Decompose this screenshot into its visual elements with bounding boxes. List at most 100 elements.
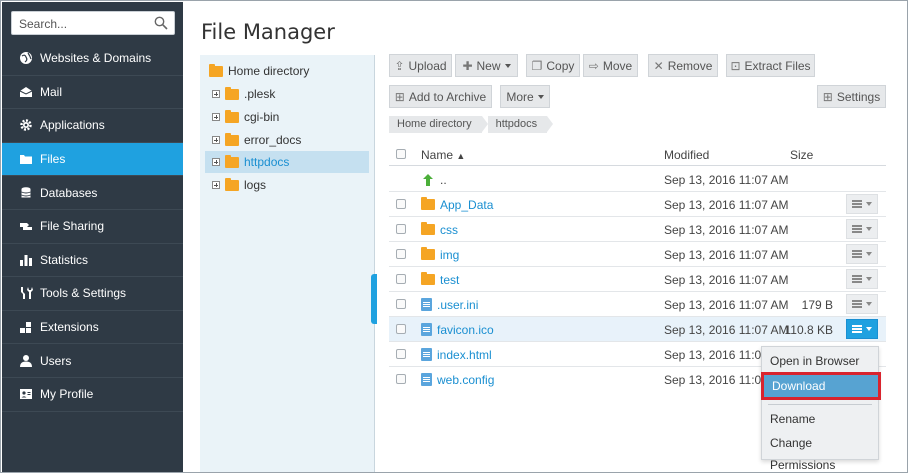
- expand-icon[interactable]: [212, 158, 220, 166]
- extract-files-button[interactable]: ⊡ Extract Files: [726, 54, 815, 77]
- icon-file-icon: [421, 323, 432, 336]
- row-checkbox[interactable]: [396, 324, 406, 334]
- menu-icon: [852, 300, 862, 308]
- add-to-archive-button[interactable]: ⊞ Add to Archive: [389, 85, 492, 108]
- menu-item-download[interactable]: Download: [761, 372, 881, 400]
- profile-card-icon: [20, 389, 32, 400]
- sidebar-item-databases[interactable]: Databases: [2, 176, 183, 210]
- table-row[interactable]: test Sep 13, 2016 11:07 AM: [389, 267, 886, 292]
- tree-item-label: Home directory: [228, 64, 310, 78]
- file-name-link[interactable]: .user.ini: [421, 292, 478, 317]
- table-row-selected[interactable]: favicon.ico Sep 13, 2016 11:07 AM 110.8 …: [389, 317, 886, 342]
- sidebar-item-websites-domains[interactable]: Websites & Domains: [2, 42, 183, 76]
- panel-resize-handle[interactable]: [371, 274, 377, 324]
- tree-item-cgi-bin[interactable]: cgi-bin: [212, 106, 279, 128]
- row-menu-button[interactable]: [846, 194, 878, 214]
- app-frame: Search... Websites & Domains Mail Applic…: [0, 0, 908, 473]
- chevron-down-icon: [866, 277, 872, 281]
- expand-icon[interactable]: [212, 136, 220, 144]
- copy-button[interactable]: ❐ Copy: [526, 54, 580, 77]
- database-icon: [21, 186, 31, 198]
- table-row[interactable]: App_Data Sep 13, 2016 11:07 AM: [389, 192, 886, 217]
- row-checkbox[interactable]: [396, 349, 406, 359]
- expand-icon[interactable]: [212, 113, 220, 121]
- folder-icon: [209, 63, 223, 77]
- column-size-header[interactable]: Size: [790, 148, 813, 162]
- table-row-parent[interactable]: .. Sep 13, 2016 11:07 AM: [389, 167, 886, 192]
- tree-item-plesk[interactable]: .plesk: [212, 83, 275, 105]
- sort-asc-icon: ▲: [456, 151, 466, 161]
- row-checkbox[interactable]: [396, 274, 406, 284]
- breadcrumb-httpdocs[interactable]: httpdocs: [487, 116, 553, 133]
- row-checkbox[interactable]: [396, 249, 406, 259]
- column-modified-header[interactable]: Modified: [664, 148, 709, 162]
- remove-icon: ✕: [653, 58, 664, 73]
- menu-item-rename[interactable]: Rename: [762, 408, 878, 430]
- parent-dir-link[interactable]: ..: [421, 167, 447, 192]
- folder-icon: [421, 197, 435, 210]
- tree-item-error-docs[interactable]: error_docs: [212, 129, 301, 151]
- tree-item-logs[interactable]: logs: [212, 174, 266, 196]
- column-name-header[interactable]: Name ▲: [421, 148, 465, 162]
- file-name-link[interactable]: index.html: [421, 342, 492, 367]
- search-icon[interactable]: [154, 16, 168, 30]
- file-name-link[interactable]: css: [421, 217, 458, 242]
- sidebar-item-files[interactable]: Files: [2, 142, 183, 177]
- menu-item-change-permissions[interactable]: Change Permissions: [762, 432, 878, 472]
- sidebar-item-mail[interactable]: Mail: [2, 76, 183, 110]
- folder-icon: [225, 177, 239, 191]
- table-row[interactable]: css Sep 13, 2016 11:07 AM: [389, 217, 886, 242]
- tree-item-label: .plesk: [244, 87, 276, 101]
- file-name-link[interactable]: favicon.ico: [421, 317, 494, 342]
- expand-icon[interactable]: [212, 181, 220, 189]
- table-row[interactable]: img Sep 13, 2016 11:07 AM: [389, 242, 886, 267]
- row-checkbox[interactable]: [396, 299, 406, 309]
- upload-button[interactable]: ⇪ Upload: [389, 54, 452, 77]
- chevron-down-icon: [866, 302, 872, 306]
- row-checkbox[interactable]: [396, 374, 406, 384]
- menu-item-open-in-browser[interactable]: Open in Browser: [762, 350, 878, 372]
- sidebar-item-applications[interactable]: Applications: [2, 109, 183, 143]
- file-name-link[interactable]: web.config: [421, 367, 494, 392]
- file-icon: [421, 298, 432, 311]
- tree-item-httpdocs[interactable]: httpdocs: [205, 151, 369, 173]
- folder-icon: [225, 109, 239, 123]
- tree-item-home[interactable]: Home directory: [209, 60, 309, 82]
- row-checkbox[interactable]: [396, 199, 406, 209]
- arrow-right-icon: ⇨: [588, 58, 599, 73]
- row-menu-button[interactable]: [846, 219, 878, 239]
- menu-icon: [852, 275, 862, 283]
- sidebar-item-users[interactable]: Users: [2, 344, 183, 378]
- search-input[interactable]: Search...: [11, 11, 175, 35]
- sidebar-item-file-sharing[interactable]: File Sharing: [2, 210, 183, 244]
- row-checkbox[interactable]: [396, 224, 406, 234]
- remove-button[interactable]: ✕ Remove: [648, 54, 718, 77]
- chevron-down-icon: [866, 202, 872, 206]
- file-name-link[interactable]: img: [421, 242, 459, 267]
- row-menu-button-active[interactable]: [846, 319, 878, 339]
- folder-icon: [20, 155, 32, 165]
- row-menu-button[interactable]: [846, 244, 878, 264]
- more-button[interactable]: More: [500, 85, 550, 108]
- menu-icon: [852, 225, 862, 233]
- move-button[interactable]: ⇨ Move: [583, 54, 638, 77]
- sidebar-item-extensions[interactable]: Extensions: [2, 311, 183, 345]
- expand-icon[interactable]: [212, 90, 220, 98]
- breadcrumb-home[interactable]: Home directory: [389, 116, 488, 133]
- row-menu-button[interactable]: [846, 294, 878, 314]
- menu-divider: [768, 404, 872, 405]
- sidebar-item-statistics[interactable]: Statistics: [2, 244, 183, 278]
- sidebar-item-tools-settings[interactable]: Tools & Settings: [2, 277, 183, 311]
- file-name-link[interactable]: App_Data: [421, 192, 493, 217]
- file-name-link[interactable]: test: [421, 267, 459, 292]
- row-menu-button[interactable]: [846, 269, 878, 289]
- table-header: Name ▲ Modified Size: [389, 144, 886, 166]
- folder-icon: [225, 132, 239, 146]
- settings-button[interactable]: ⊞ Settings: [817, 85, 886, 108]
- select-all-checkbox[interactable]: [396, 149, 406, 159]
- chevron-down-icon: [866, 252, 872, 256]
- new-button[interactable]: ✚ New: [455, 54, 518, 77]
- folder-icon: [421, 222, 435, 235]
- sidebar-item-my-profile[interactable]: My Profile: [2, 378, 183, 412]
- table-row[interactable]: .user.ini Sep 13, 2016 11:07 AM 179 B: [389, 292, 886, 317]
